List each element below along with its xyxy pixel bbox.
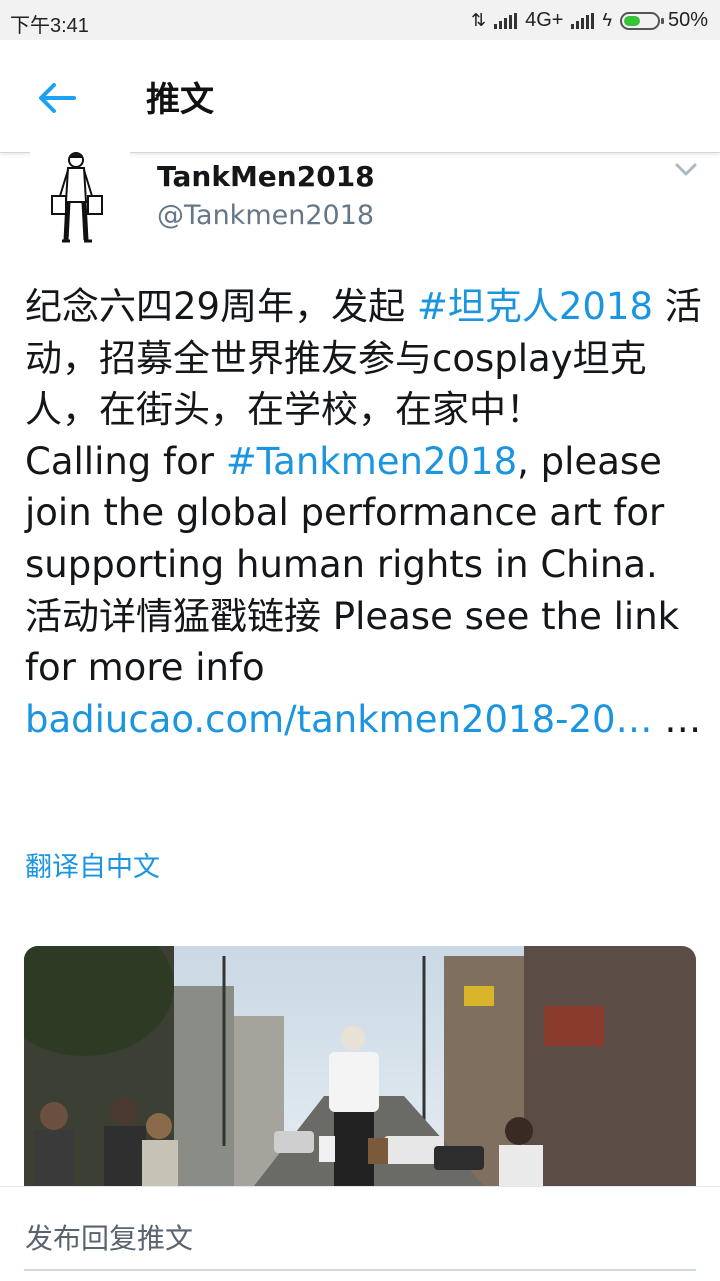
- hashtag-link[interactable]: #Tankmen2018: [226, 440, 517, 483]
- arrow-left-icon[interactable]: [34, 76, 78, 120]
- tweet-photo[interactable]: [24, 946, 696, 1186]
- hashtag-link[interactable]: #坦克人2018: [417, 285, 653, 328]
- avatar[interactable]: [30, 152, 130, 244]
- user-handle[interactable]: @Tankmen2018: [157, 200, 374, 231]
- signal-icon: [494, 12, 518, 29]
- status-time: 下午3:41: [10, 15, 89, 37]
- reply-underline: [24, 1269, 696, 1271]
- status-bar: 下午3:41 ⇅ 4G+ ϟ 50%: [0, 0, 720, 40]
- app-bar: 推文: [0, 40, 720, 153]
- chevron-down-icon[interactable]: [674, 160, 698, 180]
- charging-icon: ϟ: [602, 10, 612, 30]
- translate-link[interactable]: 翻译自中文: [25, 845, 160, 884]
- tweet-text: 纪念六四29周年，发起 #坦克人2018 活动，招募全世界推友参与cosplay…: [25, 281, 705, 745]
- url-link[interactable]: badiucao.com/tankmen2018-20…: [25, 698, 653, 741]
- display-name[interactable]: TankMen2018: [157, 160, 375, 193]
- reply-bar: 发布回复推文: [0, 1186, 720, 1281]
- signal-icon-2: [571, 12, 595, 29]
- battery-percent: 50%: [667, 9, 708, 31]
- tweet-text-segment: …: [652, 697, 702, 741]
- data-transfer-icon: ⇅: [470, 10, 487, 30]
- page-title: 推文: [146, 80, 214, 120]
- tweet-text-segment: 纪念六四29周年，发起: [25, 285, 417, 328]
- battery-icon: [619, 11, 664, 30]
- network-type: 4G+: [525, 9, 564, 31]
- reply-input[interactable]: 发布回复推文: [25, 1217, 193, 1257]
